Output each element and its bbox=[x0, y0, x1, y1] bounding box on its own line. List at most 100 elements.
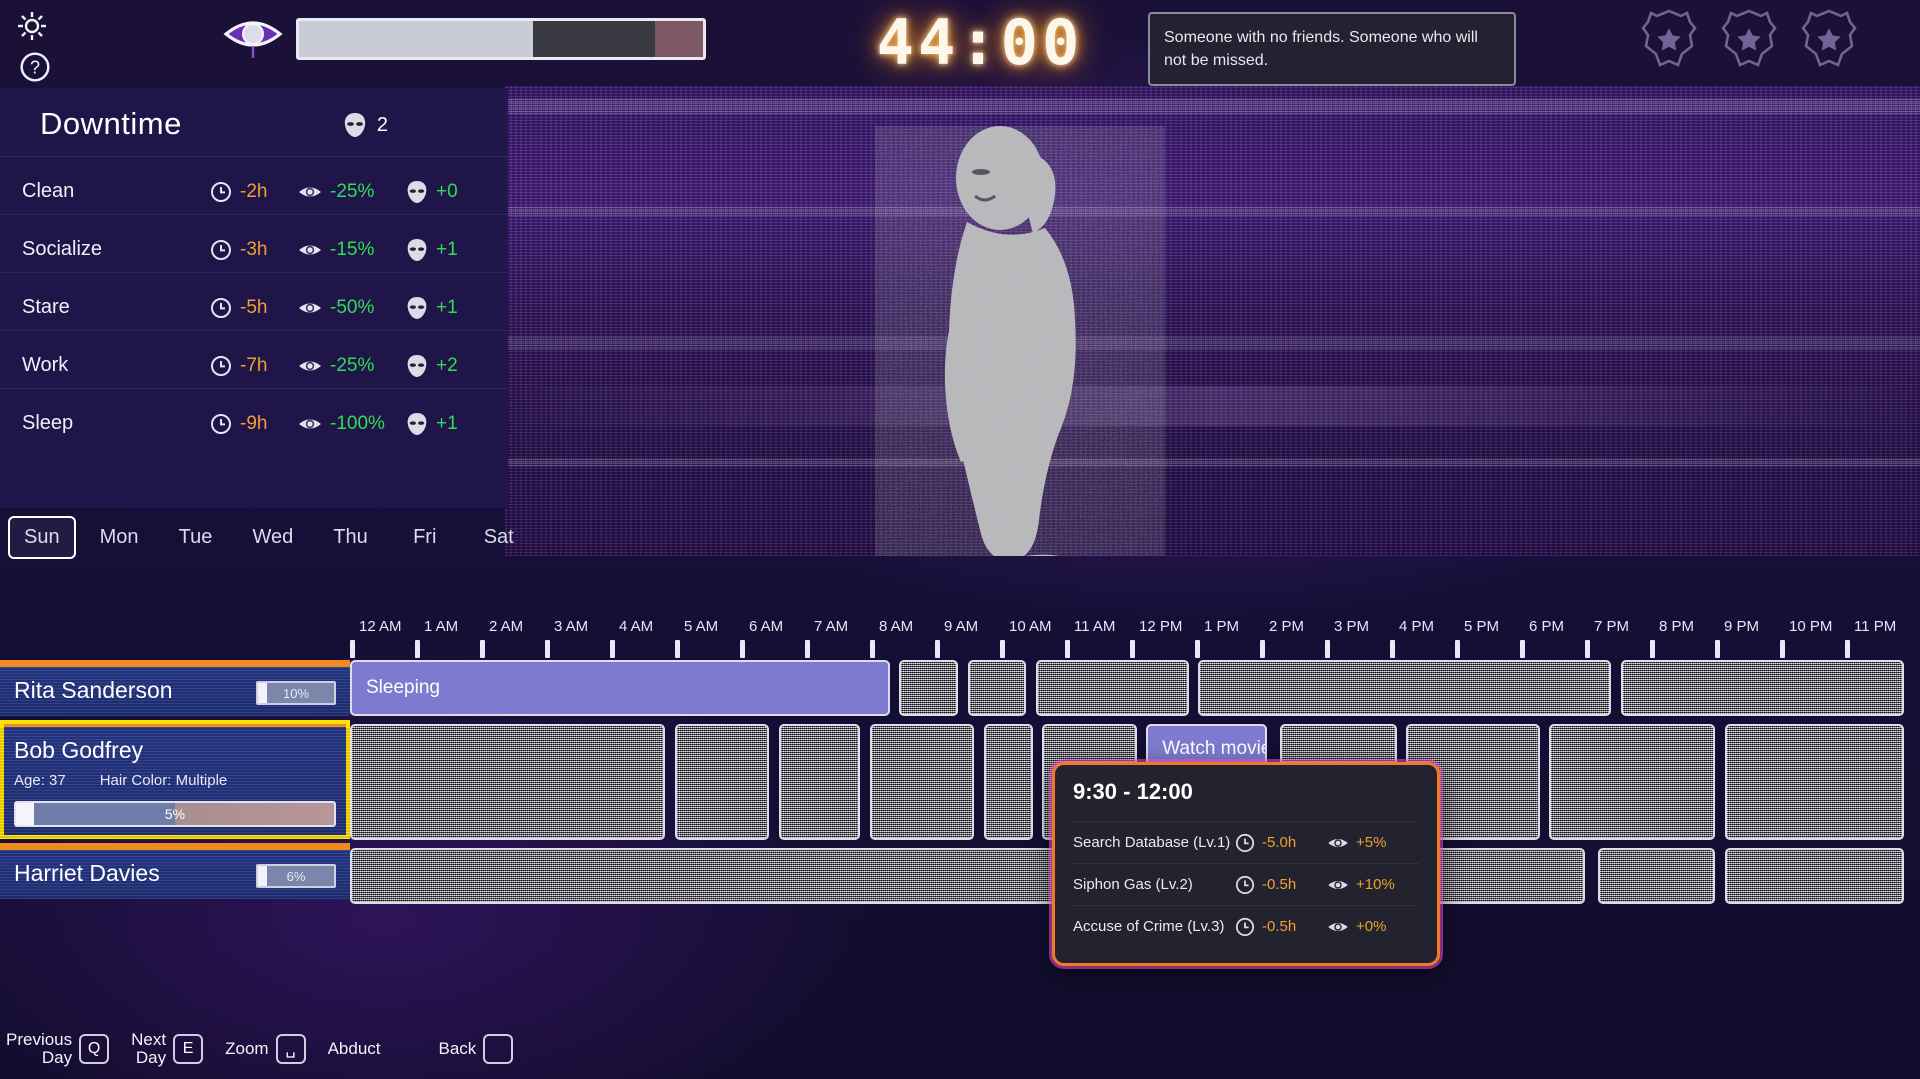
downtime-action-name: Sleep bbox=[0, 412, 210, 435]
hour-tick bbox=[1650, 640, 1655, 658]
hour-tick bbox=[935, 640, 940, 658]
alien-head-icon bbox=[343, 112, 367, 138]
downtime-alien-change: +1 bbox=[436, 413, 458, 435]
keycap-q[interactable]: Q bbox=[79, 1034, 109, 1064]
day-tab-wed[interactable]: Wed bbox=[237, 516, 310, 559]
hour-label: 5 PM bbox=[1464, 618, 1499, 635]
downtime-visibility-change: -50% bbox=[330, 297, 374, 319]
hint-label: Zoom bbox=[225, 1040, 268, 1058]
surveillance-viewport[interactable]: Bob Godfrey Age: 37 Hair Color: Multiple… bbox=[505, 86, 1920, 556]
schedule-timeline: 12 AM1 AM2 AM3 AM4 AM5 AM6 AM7 AM8 AM9 A… bbox=[0, 560, 1920, 1020]
tooltip-action-name: Siphon Gas (Lv.2) bbox=[1073, 876, 1235, 893]
schedule-block-unknown[interactable] bbox=[779, 724, 860, 840]
schedule-block-unknown[interactable] bbox=[899, 660, 958, 716]
hour-label: 8 PM bbox=[1659, 618, 1694, 635]
hint-next-day[interactable]: NextDay E bbox=[131, 1031, 203, 1067]
hour-tick bbox=[1130, 640, 1135, 658]
day-tab-fri[interactable]: Fri bbox=[392, 516, 458, 559]
keycap-r[interactable] bbox=[483, 1034, 513, 1064]
eye-icon bbox=[298, 183, 322, 201]
downtime-row[interactable]: Sleep -9h -100% +1 bbox=[0, 388, 508, 458]
schedule-block-unknown[interactable] bbox=[984, 724, 1033, 840]
schedule-block-unknown[interactable] bbox=[1036, 660, 1189, 716]
list-item[interactable]: Harriet Davies 6% bbox=[0, 843, 350, 899]
schedule-block-unknown[interactable] bbox=[675, 724, 769, 840]
svg-text:?: ? bbox=[30, 58, 40, 78]
downtime-alien-count: 2 bbox=[343, 112, 388, 138]
schedule-tooltip: 9:30 - 12:00 Search Database (Lv.1) -5.0… bbox=[1052, 762, 1440, 966]
hint-zoom[interactable]: Zoom ␣ bbox=[225, 1034, 305, 1064]
schedule-block-unknown[interactable] bbox=[1598, 848, 1715, 904]
tooltip-time-cost: -0.5h bbox=[1262, 876, 1296, 893]
day-tab-tue[interactable]: Tue bbox=[163, 516, 229, 559]
glitch-band bbox=[505, 386, 1920, 426]
hour-label: 3 PM bbox=[1334, 618, 1369, 635]
hour-tick bbox=[1455, 640, 1460, 658]
question-mark-icon[interactable]: ? bbox=[16, 48, 56, 88]
police-badge-icon bbox=[1800, 8, 1858, 72]
hint-back[interactable]: Back bbox=[439, 1034, 514, 1064]
glitch-band bbox=[505, 458, 1920, 467]
list-item-selected[interactable]: Bob Godfrey Age: 37 Hair Color: Multiple… bbox=[0, 720, 350, 839]
schedule-block-unknown[interactable] bbox=[1725, 724, 1904, 840]
downtime-time-cost: -2h bbox=[240, 181, 267, 203]
downtime-visibility-change: -100% bbox=[330, 413, 385, 435]
keycap-e[interactable]: E bbox=[173, 1034, 203, 1064]
tooltip-visibility-change: +0% bbox=[1356, 918, 1386, 935]
page-title: Downtime bbox=[40, 106, 182, 142]
hour-tick bbox=[350, 640, 355, 658]
list-item[interactable]: Rita Sanderson 10% bbox=[0, 660, 350, 716]
keycap-space[interactable]: ␣ bbox=[276, 1034, 306, 1064]
downtime-alien-change: +1 bbox=[436, 297, 458, 319]
hour-label: 5 AM bbox=[684, 618, 718, 635]
hour-tick bbox=[870, 640, 875, 658]
downtime-action-name: Socialize bbox=[0, 238, 210, 261]
hour-label: 8 AM bbox=[879, 618, 913, 635]
hint-label: NextDay bbox=[131, 1031, 166, 1067]
police-badge-group bbox=[1640, 8, 1858, 72]
schedule-block-label: Watch movie bbox=[1148, 726, 1266, 760]
schedule-block-unknown[interactable] bbox=[968, 660, 1027, 716]
alien-count-value: 2 bbox=[377, 114, 388, 137]
hint-previous-day[interactable]: PreviousDay Q bbox=[6, 1031, 109, 1067]
schedule-block-known[interactable]: Sleeping bbox=[350, 660, 890, 716]
tooltip-time-cost: -0.5h bbox=[1262, 918, 1296, 935]
schedule-block-unknown[interactable] bbox=[1621, 660, 1904, 716]
day-tab-mon[interactable]: Mon bbox=[84, 516, 155, 559]
hour-tick bbox=[415, 640, 420, 658]
hour-label: 6 PM bbox=[1529, 618, 1564, 635]
schedule-block-unknown[interactable] bbox=[1725, 848, 1904, 904]
downtime-visibility-change: -25% bbox=[330, 355, 374, 377]
schedule-block-unknown[interactable] bbox=[1198, 660, 1611, 716]
downtime-panel: Downtime 2 Clean -2h -25% +0 bbox=[0, 88, 508, 508]
schedule-block-unknown[interactable] bbox=[1549, 724, 1715, 840]
downtime-alien-change: +1 bbox=[436, 239, 458, 261]
suspicion-segment-empty bbox=[533, 21, 654, 57]
tooltip-action-name: Search Database (Lv.1) bbox=[1073, 834, 1235, 851]
gear-icon[interactable] bbox=[12, 6, 52, 46]
day-tab-sat[interactable]: Sat bbox=[466, 516, 532, 559]
hour-label: 7 PM bbox=[1594, 618, 1629, 635]
tooltip-visibility-change: +10% bbox=[1356, 876, 1395, 893]
tooltip-row: Search Database (Lv.1) -5.0h +5% bbox=[1073, 821, 1419, 863]
day-tab-sun[interactable]: Sun bbox=[8, 516, 76, 559]
character-hair-color: Hair Color: Multiple bbox=[100, 772, 228, 789]
glitch-band bbox=[505, 98, 1920, 114]
downtime-visibility-change: -15% bbox=[330, 239, 374, 261]
clock-icon bbox=[1235, 917, 1255, 937]
alien-head-icon bbox=[406, 354, 428, 378]
hour-label: 11 PM bbox=[1854, 618, 1896, 635]
day-tab-thu[interactable]: Thu bbox=[317, 516, 383, 559]
eye-icon bbox=[1327, 835, 1349, 851]
alien-head-icon bbox=[406, 296, 428, 320]
downtime-action-name: Stare bbox=[0, 296, 210, 319]
alien-head-icon bbox=[406, 180, 428, 204]
hint-abduct[interactable]: Abduct bbox=[328, 1040, 381, 1058]
hour-label: 11 AM bbox=[1074, 618, 1115, 635]
schedule-block-unknown[interactable] bbox=[870, 724, 974, 840]
hour-tick bbox=[1845, 640, 1850, 658]
hour-label: 9 AM bbox=[944, 618, 978, 635]
eye-icon bbox=[1327, 919, 1349, 935]
countdown-timer: 44:00 bbox=[850, 6, 1110, 79]
schedule-block-unknown[interactable] bbox=[350, 724, 665, 840]
